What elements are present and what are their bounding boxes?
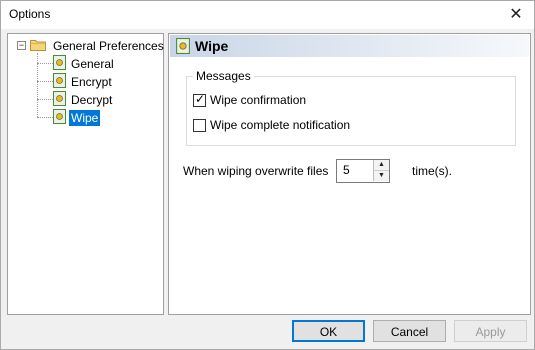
folder-icon: [30, 40, 46, 51]
messages-group-legend: Messages: [193, 69, 254, 83]
ok-button[interactable]: OK: [292, 320, 365, 342]
overwrite-count-value[interactable]: 5: [343, 163, 350, 177]
page-icon: [53, 73, 66, 88]
apply-button[interactable]: Apply: [454, 320, 527, 342]
wipe-confirmation-checkbox[interactable]: ✓: [193, 92, 206, 107]
page-icon: [53, 109, 66, 124]
wipe-complete-notification-checkbox[interactable]: [193, 119, 206, 132]
tree-item-general-preferences[interactable]: General Preferences: [51, 38, 166, 54]
tree-item-encrypt[interactable]: Encrypt: [69, 74, 114, 90]
wipe-settings-panel: Wipe Messages ✓ Wipe confirmation Wipe c…: [168, 33, 531, 315]
tree-collapse-toggle[interactable]: −: [17, 41, 26, 50]
panel-title: Wipe: [195, 38, 229, 54]
window-title: Options: [9, 7, 51, 21]
panel-header: Wipe: [170, 35, 529, 57]
overwrite-count-label: When wiping overwrite files: [183, 164, 329, 178]
options-tree: − General Preferences General Encrypt De…: [7, 33, 164, 315]
cancel-button[interactable]: Cancel: [373, 320, 446, 342]
tree-item-decrypt[interactable]: Decrypt: [69, 92, 114, 108]
check-mark-icon: ✓: [195, 92, 206, 106]
title-bar: Options ✕: [1, 1, 534, 29]
options-dialog: Options ✕ − General Preferences General …: [0, 0, 535, 350]
overwrite-count-stepper[interactable]: 5 ▲ ▼: [336, 159, 390, 183]
spin-down-icon[interactable]: ▼: [373, 171, 389, 181]
page-icon: [176, 38, 190, 54]
spin-up-icon[interactable]: ▲: [373, 160, 389, 171]
overwrite-suffix-label: time(s).: [412, 164, 452, 178]
page-icon: [53, 91, 66, 106]
tree-item-general[interactable]: General: [69, 56, 116, 72]
close-button[interactable]: ✕: [498, 1, 534, 29]
messages-group: Messages ✓ Wipe confirmation Wipe comple…: [186, 69, 516, 146]
tree-item-wipe[interactable]: Wipe: [69, 110, 101, 126]
page-icon: [53, 55, 66, 70]
wipe-confirmation-label[interactable]: Wipe confirmation: [210, 93, 306, 107]
wipe-complete-notification-label[interactable]: Wipe complete notification: [210, 118, 350, 132]
